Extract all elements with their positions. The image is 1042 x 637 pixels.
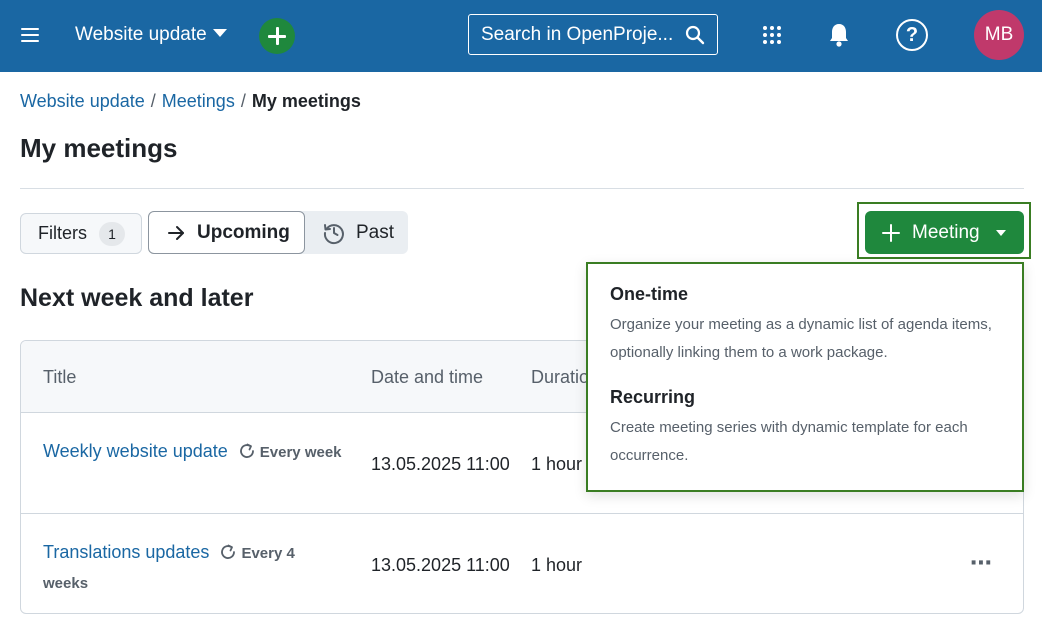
- recurring-icon: [239, 443, 254, 458]
- notifications-bell-icon[interactable]: [828, 22, 850, 48]
- meeting-button-label: Meeting: [912, 221, 980, 243]
- breadcrumb-project[interactable]: Website update: [20, 91, 145, 112]
- global-search[interactable]: [468, 14, 718, 55]
- filters-label: Filters: [38, 223, 87, 243]
- breadcrumb-current: My meetings: [251, 91, 361, 111]
- breadcrumb-meetings[interactable]: Meetings: [162, 91, 235, 112]
- user-avatar[interactable]: MB: [974, 10, 1024, 60]
- meeting-datetime: 13.05.2025 11:00: [371, 454, 510, 474]
- menu-item-title: Recurring: [610, 387, 696, 407]
- create-new-button[interactable]: [259, 18, 295, 54]
- breadcrumb-separator: /: [240, 91, 246, 111]
- tab-past[interactable]: Past: [305, 211, 408, 254]
- modules-grid-icon[interactable]: [762, 25, 782, 45]
- tab-past-label: Past: [356, 221, 395, 243]
- meeting-title-link[interactable]: Weekly website update: [43, 441, 228, 461]
- breadcrumb-separator: /: [150, 91, 156, 111]
- caret-down-icon: [212, 29, 227, 37]
- page-title: My meetings: [20, 133, 178, 163]
- caret-down-icon: [995, 229, 1006, 236]
- recurring-icon: [221, 544, 236, 559]
- search-input[interactable]: [481, 23, 681, 47]
- new-meeting-dropdown: One-time Organize your meeting as a dyna…: [586, 262, 1024, 492]
- tab-upcoming[interactable]: Upcoming: [148, 211, 305, 254]
- menu-item-description: Organize your meeting as a dynamic list …: [610, 316, 992, 361]
- menu-item-title: One-time: [610, 284, 689, 304]
- history-icon: [323, 223, 344, 244]
- plus-icon: [882, 223, 900, 242]
- project-name: Website update: [75, 24, 207, 45]
- recurrence-label: Every week: [259, 444, 342, 461]
- divider: [20, 188, 1024, 189]
- search-icon[interactable]: [685, 25, 705, 45]
- top-bar: Website update ? MB: [0, 0, 1042, 72]
- meeting-title-link[interactable]: Translations updates: [43, 542, 209, 562]
- column-header-date[interactable]: Date and time: [371, 367, 483, 388]
- hamburger-menu-icon[interactable]: [21, 28, 39, 42]
- meeting-duration: 1 hour: [531, 454, 583, 474]
- add-meeting-button[interactable]: Meeting: [865, 211, 1024, 254]
- table-row: Translations updates Every 4 weeks 13.05…: [21, 513, 1023, 613]
- arrow-right-icon: [168, 225, 184, 240]
- filters-button[interactable]: Filters 1: [20, 213, 142, 254]
- filters-count-badge: 1: [99, 221, 125, 246]
- meeting-datetime: 13.05.2025 11:00: [371, 555, 510, 575]
- menu-item-recurring[interactable]: Recurring Create meeting series with dyn…: [610, 387, 1010, 470]
- row-actions-menu-icon[interactable]: ⋯: [970, 550, 993, 576]
- meeting-title-cell: Translations updates Every 4 weeks: [43, 538, 343, 598]
- menu-item-one-time[interactable]: One-time Organize your meeting as a dyna…: [610, 284, 1010, 367]
- column-header-title[interactable]: Title: [43, 367, 76, 388]
- meeting-title-cell: Weekly website update Every week: [43, 437, 343, 467]
- section-heading: Next week and later: [20, 284, 254, 312]
- help-icon[interactable]: ?: [896, 19, 928, 51]
- meeting-duration: 1 hour: [531, 555, 583, 575]
- breadcrumb: Website update / Meetings / My meetings: [20, 91, 361, 112]
- project-selector[interactable]: Website update: [75, 24, 227, 46]
- tab-upcoming-label: Upcoming: [197, 221, 290, 243]
- menu-item-description: Create meeting series with dynamic templ…: [610, 419, 968, 464]
